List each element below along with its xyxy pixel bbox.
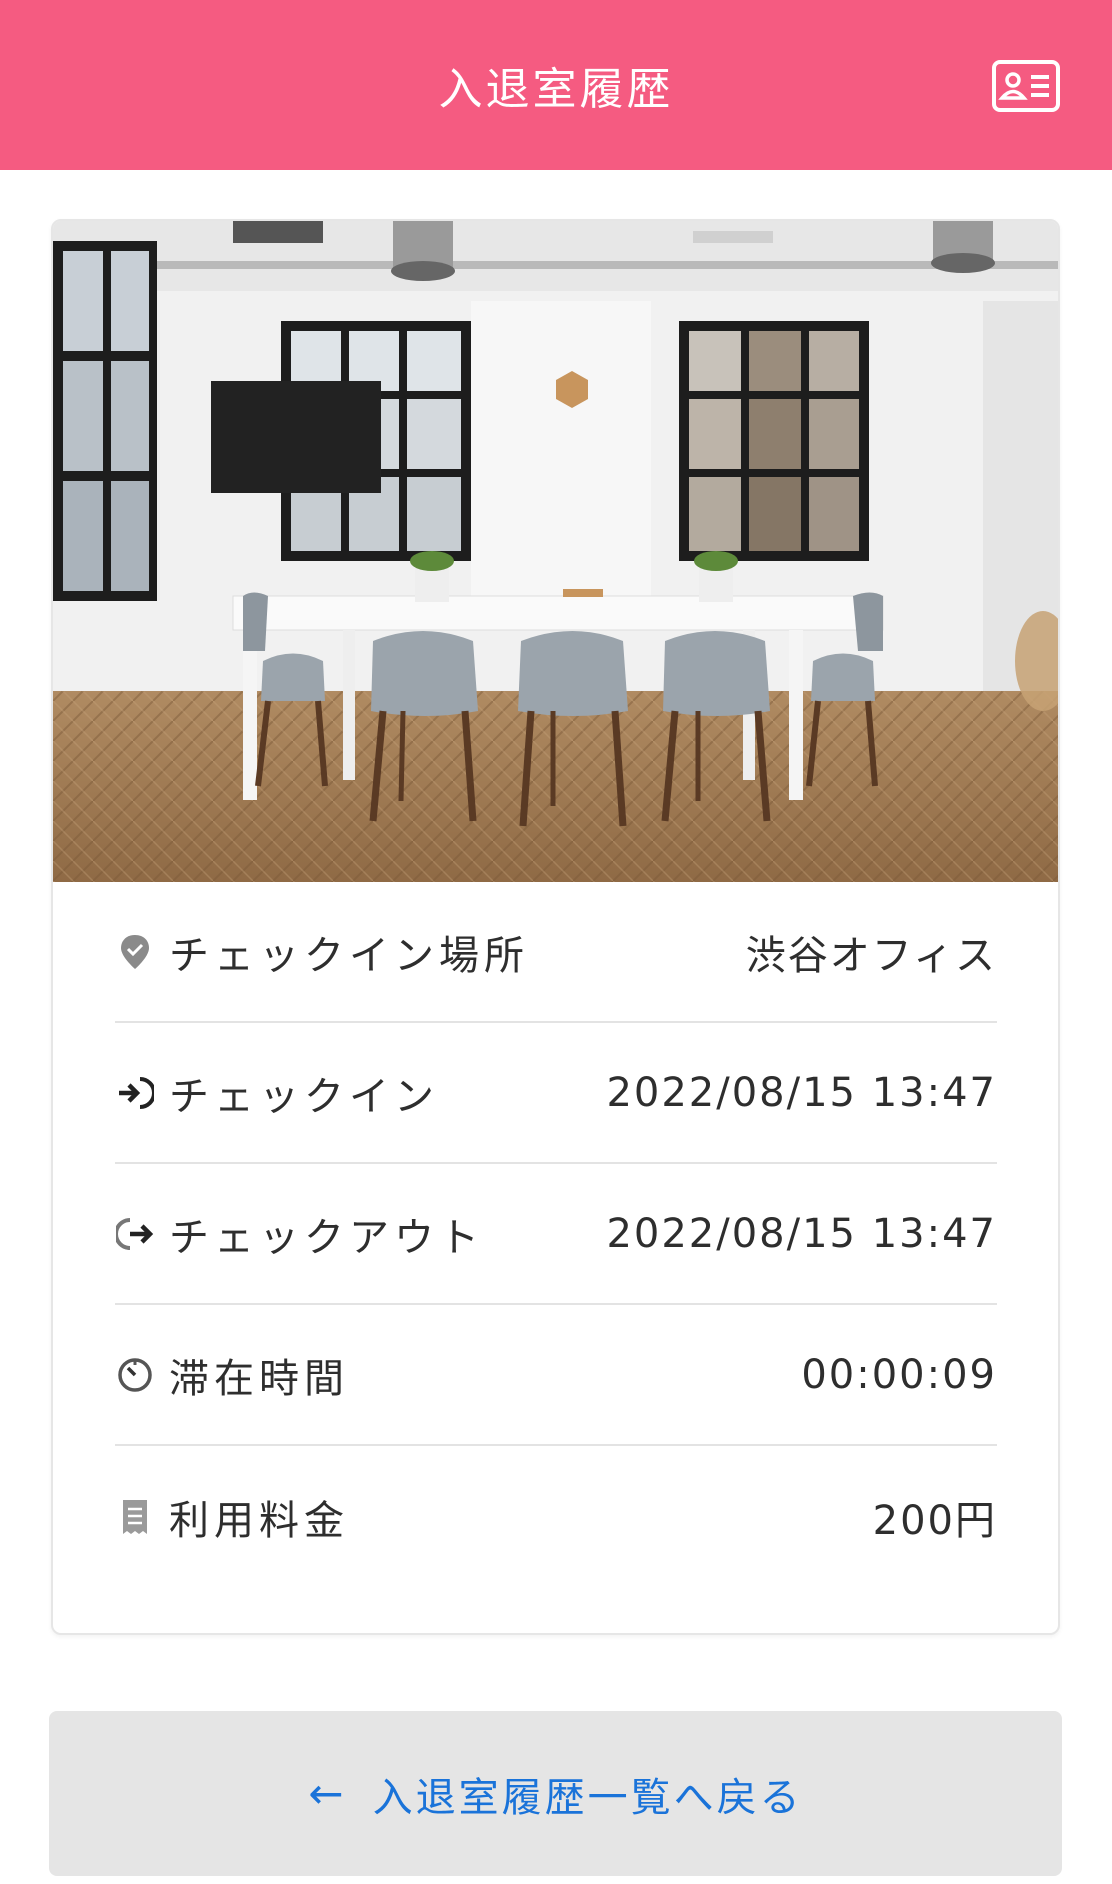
checkin-location-value: 渋谷オフィス xyxy=(745,932,997,979)
back-button-label: 入退室履歴一覧へ戻る xyxy=(372,1774,803,1821)
id-card-icon[interactable] xyxy=(990,58,1062,114)
detail-row-duration: 滞在時間 00:00:09 xyxy=(115,1305,997,1446)
location-pin-icon xyxy=(115,932,155,972)
back-to-history-list-button[interactable]: ← 入退室履歴一覧へ戻る xyxy=(49,1711,1062,1876)
detail-label-text: 滞在時間 xyxy=(169,1355,349,1402)
detail-label-text: チェックアウト xyxy=(169,1214,484,1261)
checkin-time-value: 2022/08/15 13:47 xyxy=(606,1069,997,1116)
detail-label-text: 利用料金 xyxy=(169,1497,349,1544)
receipt-icon xyxy=(115,1497,155,1537)
sign-in-icon xyxy=(115,1073,155,1113)
fee-value: 200円 xyxy=(872,1497,997,1544)
arrow-left-icon: ← xyxy=(308,1769,347,1818)
detail-label-text: チェックイン xyxy=(169,1073,439,1120)
detail-row-location: チェックイン場所 渋谷オフィス xyxy=(115,882,997,1023)
duration-value: 00:00:09 xyxy=(801,1351,997,1398)
sign-out-icon xyxy=(115,1214,155,1254)
meeting-room-photo xyxy=(53,221,1058,882)
page-title: 入退室履歴 xyxy=(438,64,674,115)
app-header: 入退室履歴 xyxy=(0,0,1112,170)
stopwatch-icon xyxy=(115,1355,155,1395)
detail-row-checkout: チェックアウト 2022/08/15 13:47 xyxy=(115,1164,997,1305)
detail-row-fee: 利用料金 200円 xyxy=(115,1446,997,1587)
detail-list: チェックイン場所 渋谷オフィス チェックイン 2022/08/15 13:47 xyxy=(115,882,997,1587)
detail-label-text: チェックイン場所 xyxy=(169,932,529,979)
detail-row-checkin: チェックイン 2022/08/15 13:47 xyxy=(115,1023,997,1164)
history-card: チェックイン場所 渋谷オフィス チェックイン 2022/08/15 13:47 xyxy=(51,219,1060,1635)
checkout-time-value: 2022/08/15 13:47 xyxy=(606,1210,997,1257)
